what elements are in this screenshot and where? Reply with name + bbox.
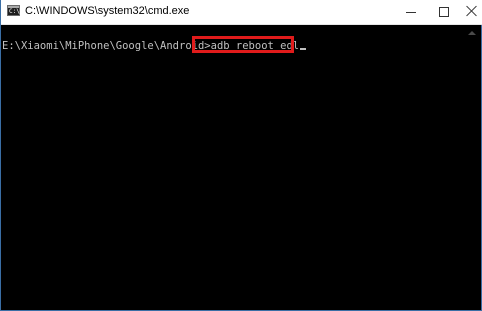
maximize-button[interactable] [427,0,461,24]
prompt-path: E:\Xiaomi\MiPhone\Google\Android> [2,40,211,52]
close-icon [466,5,478,17]
command-highlight-box [192,36,294,53]
vertical-scrollbar[interactable] [464,25,481,310]
minimize-icon [406,12,416,13]
minimize-button[interactable] [394,0,428,24]
console-output[interactable]: E:\Xiaomi\MiPhone\Google\Android>adb reb… [2,25,464,310]
app-icon-label: C:\ [9,8,20,15]
cmd-window: C:\ C:\WINDOWS\system32\cmd.exe E:\Xiaom… [0,0,482,311]
title-bar[interactable]: C:\ C:\WINDOWS\system32\cmd.exe [1,0,482,25]
cmd-app-icon[interactable]: C:\ [7,5,20,16]
scroll-up-icon[interactable] [464,25,481,42]
close-button[interactable] [457,0,482,24]
text-cursor [300,48,307,50]
maximize-icon [439,7,449,17]
window-title: C:\WINDOWS\system32\cmd.exe [25,5,190,17]
